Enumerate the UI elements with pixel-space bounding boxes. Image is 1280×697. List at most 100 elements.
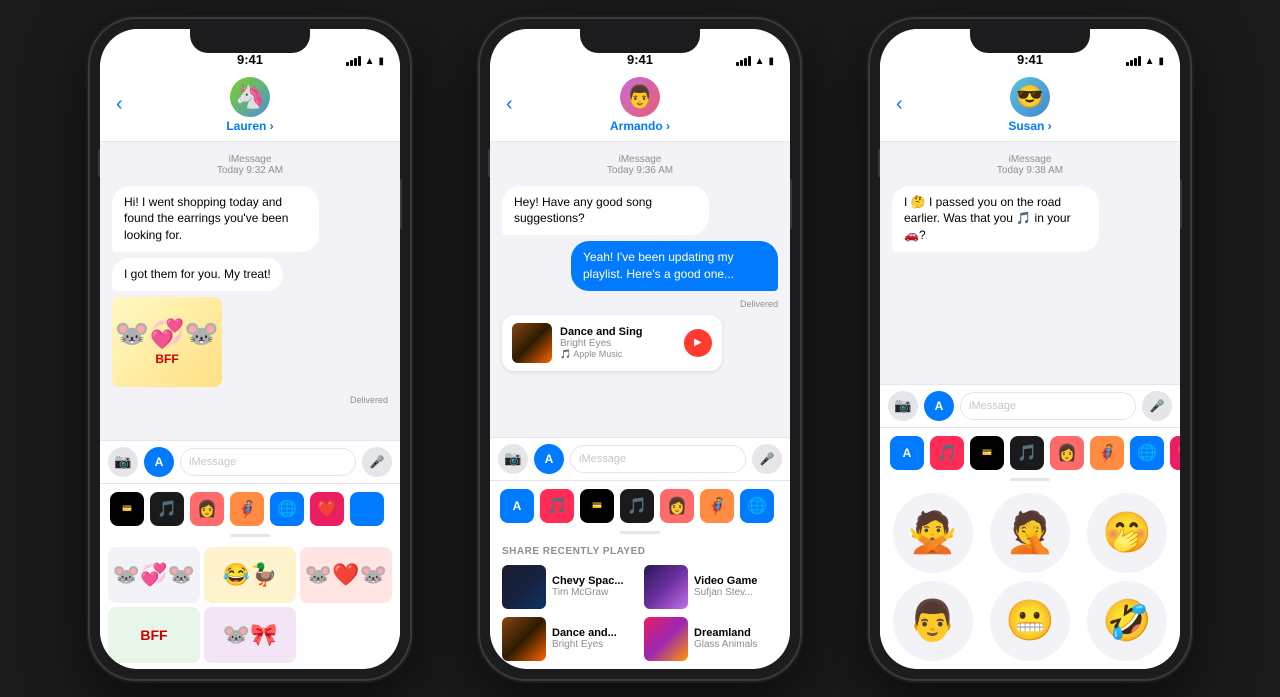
grid-title: Dreamland	[694, 627, 778, 639]
grid-title: Video Game	[694, 575, 778, 587]
tray-app[interactable]: A	[890, 436, 924, 470]
memoji-item[interactable]: 👨	[893, 581, 973, 661]
message-row: Yeah! I've been updating my playlist. He…	[502, 241, 778, 291]
nav-bar: ‹ 😎 Susan	[880, 73, 1180, 142]
app-tray: A 🎵 💳 🎵 👩 🦸 🌐 ❤️	[880, 427, 1180, 485]
delivered-row: Delivered	[502, 297, 778, 309]
input-bar: 📷 A iMessage 🎤	[880, 384, 1180, 427]
app-tray: A 🎵 💳 🎵 👩 🦸 🌐	[490, 480, 790, 538]
tray-heart[interactable]: ❤️	[1170, 436, 1180, 470]
status-time: 9:41	[237, 52, 263, 67]
avatar: 👨	[620, 77, 660, 117]
camera-button[interactable]: 📷	[108, 447, 138, 477]
bubble: Yeah! I've been updating my playlist. He…	[571, 241, 778, 291]
status-icons: ▲ ▮	[736, 56, 774, 67]
grid-thumbnail	[502, 565, 546, 609]
sticker-item[interactable]: BFF	[108, 607, 200, 663]
bubble: I got them for you. My treat!	[112, 258, 283, 291]
battery-icon: ▮	[378, 56, 384, 67]
tray-divider	[230, 534, 270, 537]
contact-name[interactable]: Armando	[610, 119, 670, 133]
signal-icon	[346, 56, 361, 66]
message-input[interactable]: iMessage	[180, 448, 356, 476]
grid-info: Dreamland Glass Animals	[694, 627, 778, 650]
music-source: 🎵 Apple Music	[560, 349, 676, 360]
grid-item[interactable]: Chevy Spac... Tim McGraw	[502, 565, 636, 609]
bubble: I 🤔 I passed you on the road earlier. Wa…	[892, 186, 1099, 252]
audio-button[interactable]: 🎤	[1142, 391, 1172, 421]
memoji-item[interactable]: 🤣	[1087, 581, 1167, 661]
tray-applepay[interactable]: 💳	[580, 489, 614, 523]
phone2-screen: 9:41 ▲ ▮ ‹ 👨	[490, 29, 790, 669]
memoji-item[interactable]: 🤭	[1087, 493, 1167, 573]
audio-button[interactable]: 🎤	[362, 447, 392, 477]
tray-memoji[interactable]: 👩	[190, 492, 224, 526]
signal-icon	[736, 56, 751, 66]
sticker-item[interactable]: 🐭💞🐭	[108, 547, 200, 603]
grid-thumbnail	[502, 617, 546, 661]
tray-applepay[interactable]: 💳	[110, 492, 144, 526]
back-button[interactable]: ‹	[116, 93, 123, 116]
tray-icons: A 🎵 💳 🎵 👩 🦸 🌐	[490, 481, 790, 531]
messages-area: iMessageToday 9:32 AM Hi! I went shoppin…	[100, 142, 400, 440]
tray-icons: A 🎵 💳 🎵 👩 🦸 🌐 ❤️	[880, 428, 1180, 478]
sticker-item[interactable]: 🐭🎀	[204, 607, 296, 663]
grid-item[interactable]: Dance and... Bright Eyes	[502, 617, 636, 661]
memoji-item[interactable]: 🙅	[893, 493, 973, 573]
tray-music[interactable]: 🎵	[540, 489, 574, 523]
sticker-item[interactable]: 🐭❤️🐭	[300, 547, 392, 603]
tray-divider	[1010, 478, 1050, 481]
grid-info: Video Game Sufjan Stev...	[694, 575, 778, 598]
sticker-item[interactable]: 😂🦆	[204, 547, 296, 603]
notch	[580, 29, 700, 53]
tray-memoji[interactable]: 👩	[1050, 436, 1084, 470]
app-store-button[interactable]: A	[924, 391, 954, 421]
tray-memoji[interactable]: 👩	[660, 489, 694, 523]
app-store-button[interactable]: A	[144, 447, 174, 477]
message-input[interactable]: iMessage	[570, 445, 746, 473]
tray-music2[interactable]: 🎵	[1010, 436, 1044, 470]
phone2-wrapper: 9:41 ▲ ▮ ‹ 👨	[445, 0, 835, 697]
tray-marvel[interactable]: 🦸	[700, 489, 734, 523]
grid-item[interactable]: Video Game Sufjan Stev...	[644, 565, 778, 609]
timestamp: iMessageToday 9:36 AM	[502, 154, 778, 176]
music-grid: Chevy Spac... Tim McGraw Video Game Sufj…	[502, 565, 778, 661]
grid-info: Chevy Spac... Tim McGraw	[552, 575, 636, 598]
tray-web[interactable]: 🌐	[740, 489, 774, 523]
tray-web[interactable]: 🌐	[1130, 436, 1164, 470]
tray-blue[interactable]	[350, 492, 384, 526]
tray-music[interactable]: 🎵	[930, 436, 964, 470]
message-input[interactable]: iMessage	[960, 392, 1136, 420]
tray-marvel[interactable]: 🦸	[230, 492, 264, 526]
grid-item[interactable]: Dreamland Glass Animals	[644, 617, 778, 661]
share-section: SHARE RECENTLY PLAYED Chevy Spac... Tim …	[490, 538, 790, 669]
tray-applepay[interactable]: 💳	[970, 436, 1004, 470]
messages-area: iMessageToday 9:38 AM I 🤔 I passed you o…	[880, 142, 1180, 384]
memoji-item[interactable]: 🤦	[990, 493, 1070, 573]
memoji-item[interactable]: 😬	[990, 581, 1070, 661]
music-play-button[interactable]: ▶	[684, 329, 712, 357]
phone3-wrapper: 9:41 ▲ ▮ ‹ 😎	[835, 0, 1225, 697]
app-tray: 💳 🎵 👩 🦸 🌐 ❤️	[100, 483, 400, 541]
back-button[interactable]: ‹	[896, 93, 903, 116]
tray-music2[interactable]: 🎵	[620, 489, 654, 523]
tray-marvel[interactable]: 🦸	[1090, 436, 1124, 470]
nav-top: ‹ 😎 Susan	[896, 77, 1164, 133]
nav-bar: ‹ 🦄 Lauren	[100, 73, 400, 142]
back-button[interactable]: ‹	[506, 93, 513, 116]
message-row: Hey! Have any good song suggestions?	[502, 186, 778, 236]
music-artist: Bright Eyes	[560, 338, 676, 349]
app-store-button[interactable]: A	[534, 444, 564, 474]
tray-app[interactable]: A	[500, 489, 534, 523]
contact-name[interactable]: Susan	[1008, 119, 1051, 133]
audio-button[interactable]: 🎤	[752, 444, 782, 474]
camera-button[interactable]: 📷	[498, 444, 528, 474]
input-placeholder: iMessage	[969, 400, 1016, 412]
music-card[interactable]: Dance and Sing Bright Eyes 🎵 Apple Music…	[502, 315, 722, 371]
camera-button[interactable]: 📷	[888, 391, 918, 421]
tray-heart[interactable]: ❤️	[310, 492, 344, 526]
contact-name[interactable]: Lauren	[226, 119, 273, 133]
tray-music[interactable]: 🎵	[150, 492, 184, 526]
status-time: 9:41	[627, 52, 653, 67]
tray-web[interactable]: 🌐	[270, 492, 304, 526]
